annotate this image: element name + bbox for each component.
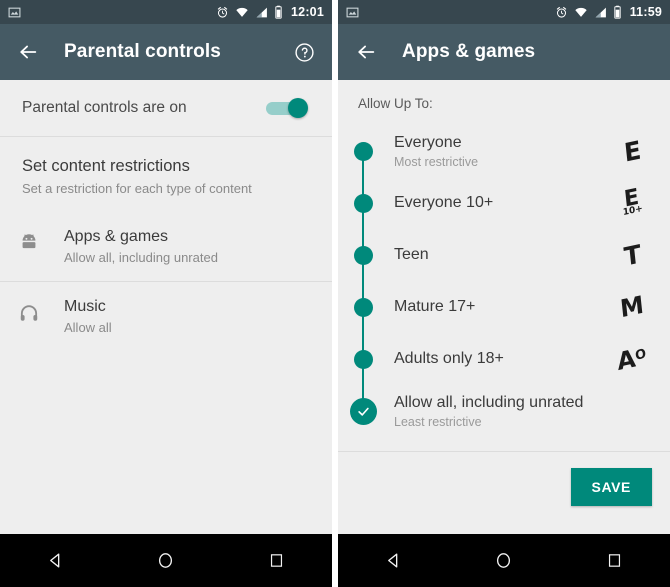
page-title: Apps & games	[402, 41, 536, 62]
left-app-bar: Parental controls	[0, 24, 332, 80]
rating-label: Adults only 18+	[394, 350, 504, 367]
esrb-badge-t-icon: T	[622, 238, 642, 272]
back-triangle-icon[interactable]	[363, 541, 423, 581]
parental-controls-switch[interactable]	[264, 96, 310, 120]
rating-label: Everyone	[394, 133, 462, 151]
wifi-icon	[574, 6, 588, 19]
rating-sublabel: Most restrictive	[394, 154, 479, 169]
rating-option-mature-17[interactable]: Mature 17+ M	[338, 281, 670, 333]
step-dot	[353, 349, 373, 369]
right-status-bar: 11:59	[338, 0, 670, 24]
list-item-subtitle: Allow all	[64, 320, 112, 335]
rating-label: Allow all, including unrated	[394, 393, 584, 411]
esrb-badge-e-icon: E	[622, 134, 642, 168]
signal-icon	[255, 6, 268, 19]
screenshot-icon	[8, 6, 21, 19]
right-phone-screen: 11:59 Apps & games Allow Up To: Everyone…	[338, 0, 670, 587]
rating-label: Teen	[394, 246, 429, 263]
rating-option-everyone[interactable]: Everyone Most restrictive E	[338, 125, 670, 177]
save-button[interactable]: SAVE	[570, 468, 652, 506]
back-triangle-icon[interactable]	[25, 541, 85, 581]
rating-option-everyone-10[interactable]: Everyone 10+ E 10+	[338, 177, 670, 229]
step-dot	[353, 245, 373, 265]
rating-label: Everyone 10+	[394, 194, 494, 211]
parental-controls-toggle-row[interactable]: Parental controls are on	[0, 80, 332, 136]
alarm-icon	[555, 6, 568, 19]
help-icon[interactable]	[290, 38, 318, 66]
list-item-music[interactable]: Music Allow all	[0, 282, 332, 351]
list-item-subtitle: Allow all, including unrated	[64, 250, 218, 265]
home-circle-icon[interactable]	[136, 541, 196, 581]
esrb-badge-none	[612, 385, 652, 437]
toggle-label: Parental controls are on	[22, 99, 187, 116]
recents-square-icon[interactable]	[585, 541, 645, 581]
left-phone-screen: 12:01 Parental controls Parental control…	[0, 0, 332, 587]
rating-option-teen[interactable]: Teen T	[338, 229, 670, 281]
recents-square-icon[interactable]	[247, 541, 307, 581]
status-time: 12:01	[291, 5, 324, 19]
wifi-icon	[235, 6, 249, 19]
signal-icon	[594, 6, 607, 19]
rating-label: Mature 17+	[394, 298, 476, 315]
back-arrow-icon[interactable]	[14, 38, 42, 66]
rating-step-list: Everyone Most restrictive E Everyone 10+	[338, 119, 670, 437]
alarm-icon	[216, 6, 229, 19]
set-content-restrictions-section: Set content restrictions Set a restricti…	[0, 137, 332, 212]
battery-icon	[274, 5, 283, 19]
section-subtext: Set a restriction for each type of conte…	[22, 181, 252, 196]
esrb-badge-ao-icon: AO	[616, 344, 648, 377]
screenshot-icon	[346, 6, 359, 19]
rating-option-adults-only-18[interactable]: Adults only 18+ AO	[338, 333, 670, 385]
right-body: Allow Up To: Everyone Most restrictive E	[338, 80, 670, 534]
switch-thumb	[288, 98, 308, 118]
allow-up-to-label: Allow Up To:	[358, 96, 433, 111]
headphones-icon	[18, 298, 64, 324]
list-item-title: Apps & games	[64, 228, 169, 245]
step-dot	[353, 297, 373, 317]
left-status-bar: 12:01	[0, 0, 332, 24]
back-arrow-icon[interactable]	[352, 38, 380, 66]
esrb-badge-m-icon: M	[619, 290, 645, 324]
step-dot	[353, 193, 373, 213]
list-item-apps-games[interactable]: Apps & games Allow all, including unrate…	[0, 212, 332, 281]
battery-icon	[613, 5, 622, 19]
left-nav-bar	[0, 534, 332, 587]
rating-sublabel: Least restrictive	[394, 414, 482, 429]
save-bar: SAVE	[338, 452, 670, 506]
dual-screenshot: 12:01 Parental controls Parental control…	[0, 0, 670, 587]
rating-option-allow-all[interactable]: Allow all, including unrated Least restr…	[338, 385, 670, 437]
home-circle-icon[interactable]	[474, 541, 534, 581]
right-nav-bar	[338, 534, 670, 587]
esrb-badge-e10-icon: E 10+	[622, 184, 644, 219]
left-body: Parental controls are on Set content res…	[0, 80, 332, 534]
step-dot-selected	[349, 397, 377, 425]
android-robot-icon	[18, 228, 64, 254]
status-time: 11:59	[629, 5, 662, 19]
step-dot	[353, 141, 373, 161]
section-heading: Set content restrictions	[22, 157, 190, 175]
list-item-title: Music	[64, 298, 106, 315]
page-title: Parental controls	[64, 41, 221, 62]
right-app-bar: Apps & games	[338, 24, 670, 80]
